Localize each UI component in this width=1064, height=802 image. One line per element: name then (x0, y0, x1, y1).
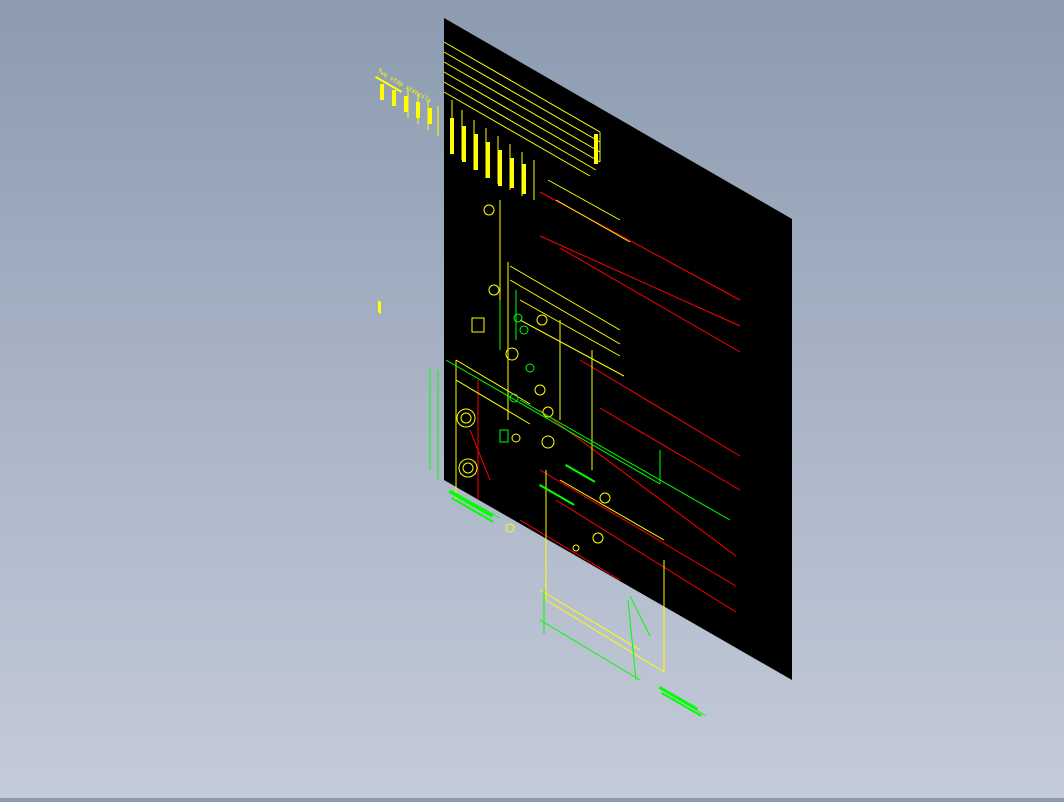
drawing-sheet (444, 18, 792, 680)
cad-viewport[interactable]: Two stop stencils (0, 0, 1064, 798)
cad-drawing-canvas: Two stop stencils (375, 18, 792, 717)
